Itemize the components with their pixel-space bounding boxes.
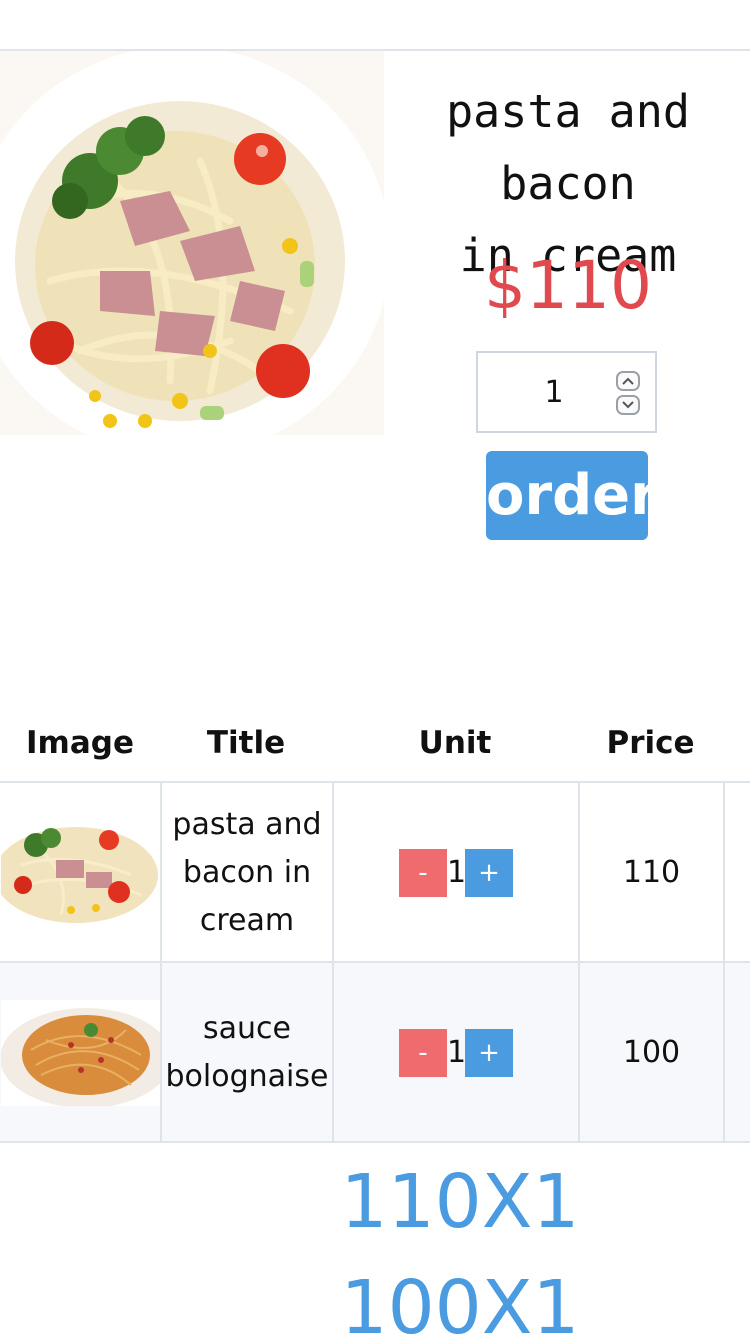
unit-stepper: - 1 + [399,1029,513,1077]
row-unit-cell: - 1 + [332,783,578,963]
dish-title: pasta and bacon in cream [172,807,322,938]
column-header-image: Image [26,725,134,761]
price-value: 110 [622,855,681,890]
table-row: sauce bolognaise - 1 + 100 [0,961,750,1143]
row-unit-cell: - 1 + [332,963,578,1143]
quantity-stepper[interactable]: 1 [476,351,657,433]
top-bar [0,0,750,51]
increment-button[interactable]: + [465,1029,513,1077]
row-image-cell [0,783,160,963]
decrement-button[interactable]: - [399,1029,447,1077]
row-title: sauce bolognaise [160,963,332,1143]
row-title: pasta and bacon in cream [160,783,332,963]
product-price: $110 [484,247,652,324]
order-page: pasta and bacon in cream $110 1 order Im… [0,0,750,1334]
unit-stepper: - 1 + [399,849,513,897]
dish-thumbnail [0,820,160,926]
dish-title: sauce bolognaise [165,1011,329,1094]
summary-line: 110X1 [340,1159,580,1245]
row-price: 100 [578,963,723,1143]
order-button[interactable]: order [486,451,648,540]
table-row: pasta and bacon in cream - 1 + 110 [0,781,750,963]
chevron-up-icon[interactable] [616,371,640,391]
column-header-price: Price [606,725,695,761]
unit-value: 1 [447,1035,467,1070]
table-divider [0,1141,750,1143]
increment-button[interactable]: + [465,849,513,897]
row-extra-cell [723,963,750,1143]
summary-line: 100X1 [340,1265,580,1334]
quantity-input[interactable]: 1 [478,353,630,433]
dish-thumbnail [0,1000,160,1106]
row-image-cell [0,963,160,1143]
unit-value: 1 [447,855,467,890]
row-price: 110 [578,783,723,963]
decrement-button[interactable]: - [399,849,447,897]
product-image [0,51,384,435]
column-header-title: Title [206,725,286,761]
column-header-unit: Unit [418,725,492,761]
price-value: 100 [622,1035,681,1070]
chevron-down-icon[interactable] [616,395,640,415]
row-extra-cell [723,783,750,963]
